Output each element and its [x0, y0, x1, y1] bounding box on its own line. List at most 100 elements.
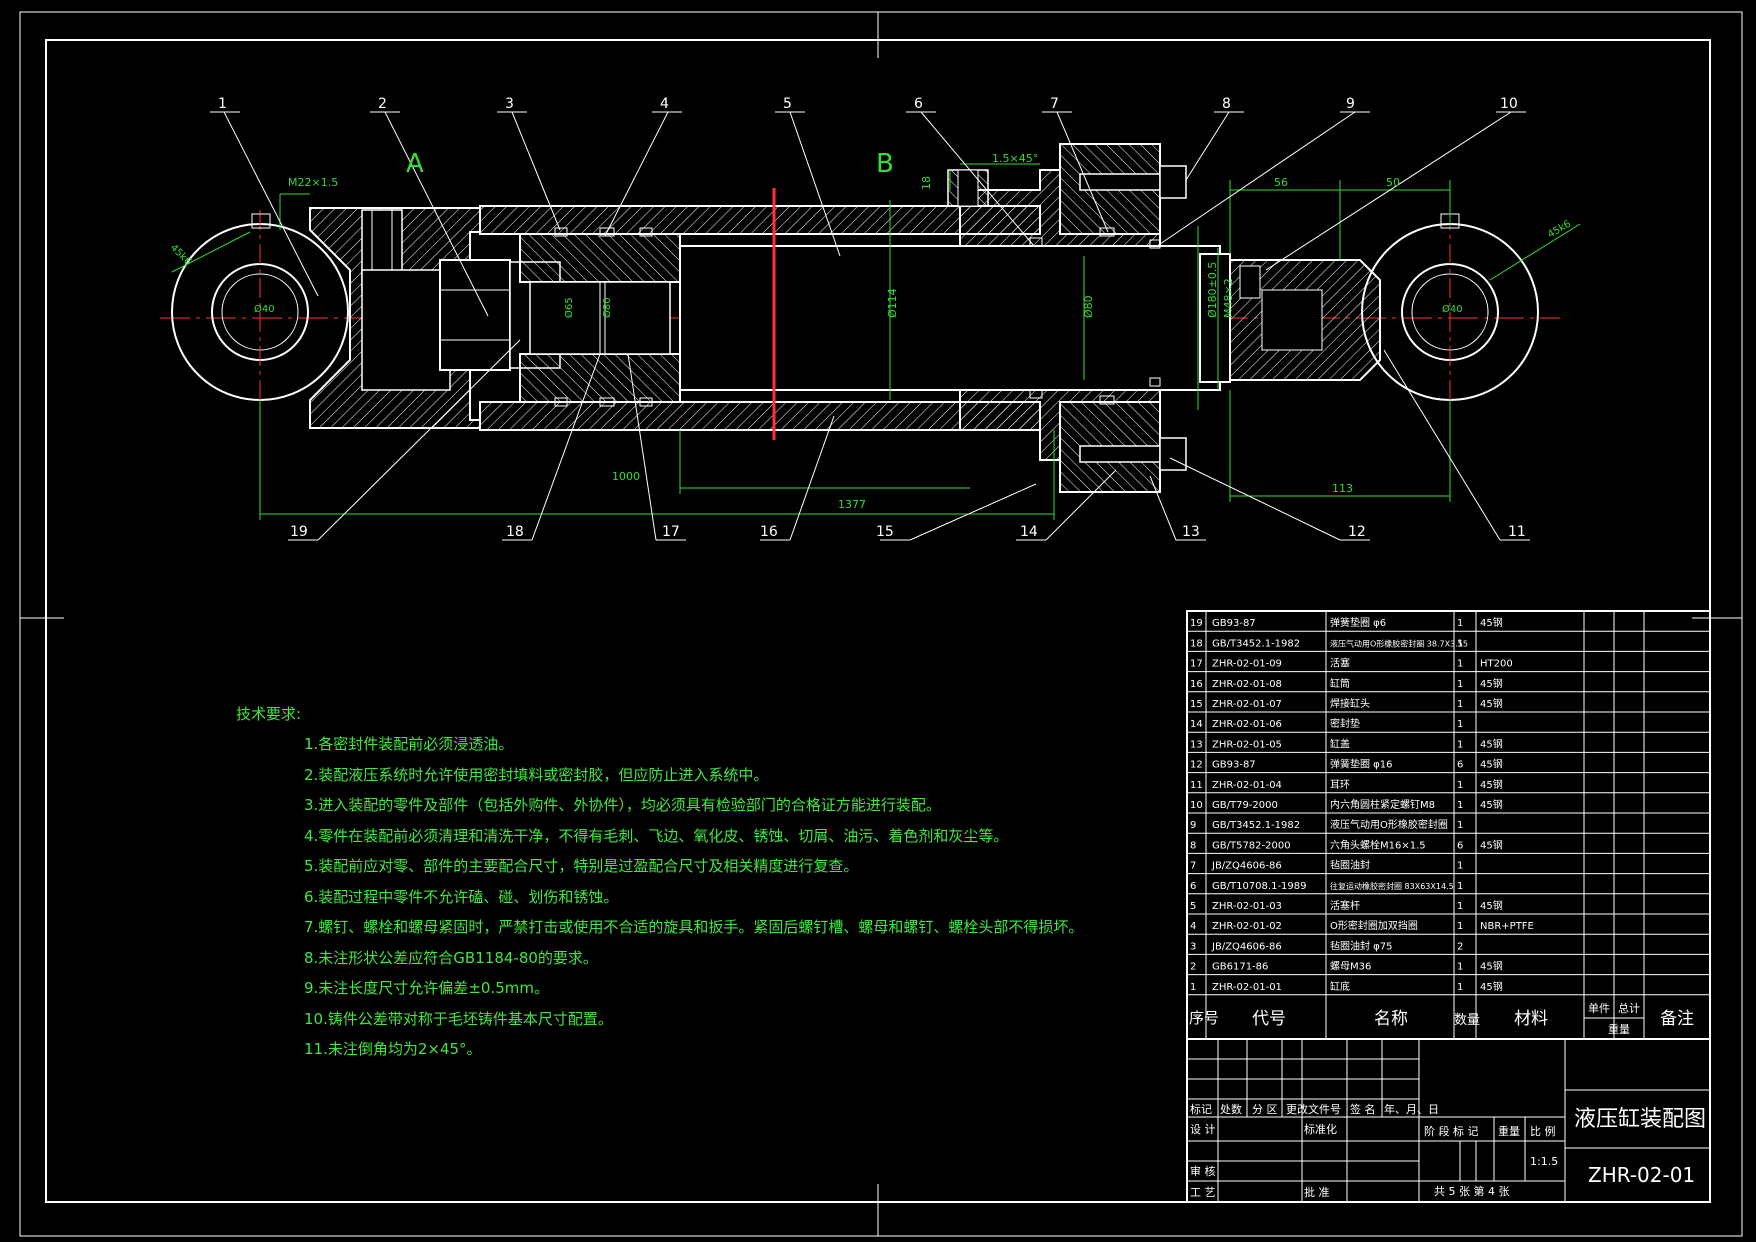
tb-mark: 标记 — [1190, 1102, 1212, 1116]
dim-dia-small2: Ø80 — [601, 297, 613, 318]
bom-row: 9 GB/T3452.1-1982 液压气动用O形橡胶密封圈 1 — [1190, 818, 1463, 831]
requirement-11: 11.未注倒角均为2×45°。 — [304, 1040, 482, 1058]
bom-cell-name: O形密封圈加双挡圈 — [1330, 919, 1418, 932]
balloon-9: 9 — [1346, 96, 1355, 112]
dim-dia40-right: Ø40 — [1442, 303, 1463, 315]
bom-cell-material: 45钢 — [1480, 758, 1503, 771]
requirement-6: 6.装配过程中零件不允许磕、碰、划伤和锈蚀。 — [304, 888, 619, 906]
bom-cell-no: 7 — [1190, 861, 1196, 872]
requirements-heading: 技术要求: — [236, 705, 302, 723]
bom-cell-name: 弹簧垫圈 φ16 — [1330, 758, 1393, 771]
bom-cell-code: ZHR-02-01-07 — [1212, 699, 1282, 710]
bom-cell-qty: 1 — [1457, 901, 1463, 912]
bom-row: 11 ZHR-02-01-04 耳环 1 45钢 — [1190, 778, 1503, 791]
drawing-number: ZHR-02-01 — [1588, 1163, 1695, 1187]
bom-cell-name: 缸盖 — [1330, 737, 1350, 750]
bom-cell-code: GB/T3452.1-1982 — [1212, 820, 1300, 831]
bom-cell-material: HT200 — [1480, 659, 1513, 670]
bom-cell-qty: 1 — [1457, 618, 1463, 629]
tb-standardize: 标准化 — [1304, 1122, 1337, 1136]
bom-row: 3 JB/ZQ4606-86 毡圈油封 φ75 2 — [1190, 939, 1463, 952]
bom-row: 14 ZHR-02-01-06 密封垫 1 — [1190, 717, 1463, 730]
bom-cell-material: 45钢 — [1480, 778, 1503, 791]
dim-dia-small: Ø65 — [563, 297, 575, 318]
bom-cell-name: 密封垫 — [1330, 717, 1360, 730]
bom-cell-name: 毡圈油封 φ75 — [1330, 939, 1393, 952]
tb-count: 处数 — [1220, 1103, 1242, 1116]
dim-chamfer: 1.5×45° — [992, 152, 1038, 165]
bom-row: 15 ZHR-02-01-07 焊接缸头 1 45钢 — [1190, 697, 1503, 710]
balloon-18: 18 — [506, 524, 524, 540]
bom-cell-no: 1 — [1190, 982, 1196, 993]
bom-cell-code: ZHR-02-01-04 — [1212, 780, 1282, 791]
requirement-10: 10.铸件公差带对称于毛坯铸件基本尺寸配置。 — [304, 1010, 613, 1028]
bom-cell-no: 12 — [1190, 760, 1203, 771]
bom-cell-name: 缸筒 — [1330, 677, 1350, 690]
balloon-16: 16 — [760, 524, 778, 540]
bom-cell-no: 17 — [1190, 659, 1203, 670]
view-label-b: B — [876, 149, 894, 179]
bom-cell-code: ZHR-02-01-03 — [1212, 901, 1282, 912]
bom-cell-code: GB/T5782-2000 — [1212, 840, 1291, 851]
tb-stage: 阶 段 标 记 — [1424, 1124, 1479, 1138]
tb-approve: 批 准 — [1304, 1185, 1330, 1199]
requirement-8: 8.未注形状公差应符合GB1184-80的要求。 — [304, 949, 598, 967]
bom-cell-material: 45钢 — [1480, 899, 1503, 912]
bom-row: 7 JB/ZQ4606-86 毡圈油封 1 — [1190, 859, 1463, 872]
bom-header-qty: 数量 — [1454, 1013, 1480, 1028]
bom-cell-no: 18 — [1190, 638, 1203, 649]
tb-review: 审 核 — [1190, 1164, 1216, 1178]
dim-dia180: Ø180±0.5 — [1206, 262, 1219, 318]
requirement-7: 7.螺钉、螺栓和螺母紧固时，严禁打击或使用不合适的旋具和扳手。紧固后螺钉槽、螺母… — [304, 918, 1084, 936]
bom-row: 1 ZHR-02-01-01 缸底 1 45钢 — [1190, 980, 1503, 993]
bom-cell-qty: 1 — [1457, 861, 1463, 872]
bom-cell-no: 14 — [1190, 719, 1203, 730]
bom-cell-material: 45钢 — [1480, 737, 1503, 750]
bom-cell-code: GB93-87 — [1212, 618, 1256, 629]
dim-50: 50 — [1386, 176, 1400, 189]
bom-cell-no: 15 — [1190, 699, 1203, 710]
bom-cell-code: GB93-87 — [1212, 760, 1256, 771]
bom-cell-name: 液压气动用O形橡胶密封圈 38.7X3.55 — [1330, 638, 1468, 648]
bom-cell-name: 六角头螺栓M16×1.5 — [1330, 838, 1426, 851]
tb-weight: 重量 — [1498, 1124, 1520, 1138]
bom-cell-name: 内六角圆柱紧定螺钉M8 — [1330, 798, 1435, 811]
bom-row: 8 GB/T5782-2000 六角头螺栓M16×1.5 6 45钢 — [1190, 838, 1503, 851]
bom-cell-material: 45钢 — [1480, 838, 1503, 851]
bom-cell-no: 8 — [1190, 840, 1196, 851]
bom-cell-qty: 1 — [1457, 962, 1463, 973]
bom-row: 10 GB/T79-2000 内六角圆柱紧定螺钉M8 1 45钢 — [1190, 798, 1503, 811]
bom-header-material: 材料 — [1514, 1009, 1548, 1029]
bom-cell-no: 3 — [1190, 941, 1196, 952]
bom-header-remark: 备注 — [1660, 1009, 1694, 1029]
bom-cell-qty: 1 — [1457, 719, 1463, 730]
bom-cell-qty: 1 — [1457, 679, 1463, 690]
bom-cell-name: 缸底 — [1330, 980, 1350, 993]
requirement-4: 4.零件在装配前必须清理和清洗干净，不得有毛刺、飞边、氧化皮、锈蚀、切屑、油污、… — [304, 827, 1009, 845]
bom-cell-code: GB6171-86 — [1212, 962, 1268, 973]
bom-cell-no: 5 — [1190, 901, 1196, 912]
bom-cell-qty: 1 — [1457, 820, 1463, 831]
bom-header-no: 序号 — [1189, 1009, 1219, 1027]
bom-cell-code: ZHR-02-01-08 — [1212, 679, 1282, 690]
bom-cell-code: JB/ZQ4606-86 — [1211, 861, 1282, 872]
dim-m48: M48×2 — [1222, 278, 1235, 318]
balloon-15: 15 — [876, 524, 894, 540]
bom-cell-no: 2 — [1190, 962, 1196, 973]
bom-cell-no: 9 — [1190, 820, 1196, 831]
bom-cell-code: GB/T10708.1-1989 — [1212, 881, 1307, 892]
bom-cell-code: JB/ZQ4606-86 — [1211, 941, 1282, 952]
balloon-6: 6 — [914, 96, 923, 112]
bom-row: 13 ZHR-02-01-05 缸盖 1 45钢 — [1190, 737, 1503, 750]
bom-cell-material: 45钢 — [1480, 697, 1503, 710]
bom-cell-name: 焊接缸头 — [1330, 697, 1370, 710]
bom-row: 2 GB6171-86 螺母M36 1 45钢 — [1190, 960, 1503, 973]
dim-56: 56 — [1274, 176, 1288, 189]
dim-left-45: 45k6 — [168, 242, 193, 267]
requirement-9: 9.未注长度尺寸允许偏差±0.5mm。 — [304, 979, 549, 997]
dim-dia80: Ø80 — [1082, 295, 1095, 318]
dim-113: 113 — [1332, 482, 1353, 495]
bom-header-unit: 单件 — [1588, 1002, 1610, 1015]
bom-cell-name: 活塞 — [1330, 657, 1350, 670]
bom-cell-code: GB/T3452.1-1982 — [1212, 638, 1300, 649]
